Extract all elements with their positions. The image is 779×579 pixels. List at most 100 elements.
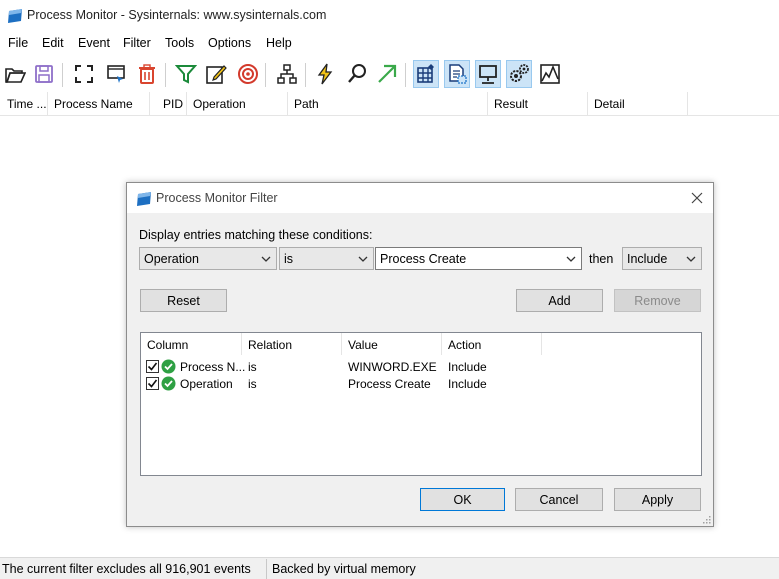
show-registry-activity-button[interactable] — [413, 60, 439, 88]
rules-value-header[interactable]: Value — [342, 333, 442, 355]
column-select[interactable]: Operation — [139, 247, 277, 270]
rule-enabled-checkbox[interactable] — [146, 377, 159, 390]
chevron-down-icon — [261, 256, 271, 262]
process-monitor-app-icon — [8, 9, 22, 23]
rule-action: Include — [448, 360, 487, 374]
apply-button[interactable]: Apply — [614, 488, 701, 511]
event-properties-button[interactable] — [312, 60, 338, 88]
value-combo-input[interactable]: Process Create — [375, 247, 582, 270]
toolbar-separator — [165, 63, 166, 87]
toolbar-separator — [265, 63, 266, 87]
memory-status-text: Backed by virtual memory — [272, 562, 416, 576]
rule-enabled-checkbox[interactable] — [146, 360, 159, 373]
jump-to-button[interactable] — [374, 60, 400, 88]
chevron-down-icon — [358, 256, 368, 262]
open-icon — [5, 68, 26, 83]
capture-icon — [107, 65, 125, 83]
rules-column-header[interactable]: Column — [141, 333, 242, 355]
rules-action-header[interactable]: Action — [442, 333, 542, 355]
rules-list-header: Column Relation Value Action — [141, 333, 701, 355]
save-button[interactable] — [31, 60, 57, 88]
process-monitor-app-icon — [137, 192, 151, 206]
checkmark-icon — [147, 362, 158, 371]
process-tree-icon — [277, 64, 297, 84]
column-process-name[interactable]: Process Name — [48, 92, 150, 116]
autoscroll-button[interactable] — [71, 60, 97, 88]
column-operation[interactable]: Operation — [187, 92, 288, 116]
rule-row[interactable]: Process N... is WINWORD.EXE Include — [141, 358, 701, 375]
cancel-button[interactable]: Cancel — [515, 488, 603, 511]
registry-activity-icon — [417, 64, 434, 83]
show-profiling-events-button[interactable] — [537, 60, 563, 88]
filter-button[interactable] — [173, 60, 199, 88]
target-icon — [238, 64, 258, 84]
rule-relation: is — [248, 360, 257, 374]
highlight-icon — [206, 65, 227, 84]
resize-grip-icon[interactable] — [701, 514, 711, 524]
show-network-activity-button[interactable] — [475, 60, 501, 88]
column-pid[interactable]: PID — [150, 92, 187, 116]
jump-icon — [378, 64, 397, 83]
filter-prompt-label: Display entries matching these condition… — [139, 228, 373, 242]
show-process-activity-button[interactable] — [506, 60, 532, 88]
chevron-down-icon — [686, 256, 696, 262]
process-monitor-window: Process Monitor - Sysinternals: www.sysi… — [0, 0, 779, 579]
file-activity-icon — [449, 64, 467, 84]
filter-rules-list[interactable]: Column Relation Value Action Process N..… — [140, 332, 702, 476]
column-detail[interactable]: Detail — [588, 92, 688, 116]
menu-edit[interactable]: Edit — [42, 36, 64, 50]
ok-button[interactable]: OK — [420, 488, 505, 511]
menu-filter[interactable]: Filter — [123, 36, 151, 50]
menu-file[interactable]: File — [8, 36, 28, 50]
column-select-value: Operation — [144, 252, 199, 266]
window-title: Process Monitor - Sysinternals: www.sysi… — [27, 8, 327, 22]
process-tree-button[interactable] — [274, 60, 300, 88]
clear-button[interactable] — [134, 60, 160, 88]
toolbar-separator — [305, 63, 306, 87]
highlight-button[interactable] — [203, 60, 229, 88]
menu-options[interactable]: Options — [208, 36, 251, 50]
find-button[interactable] — [344, 60, 370, 88]
rule-column: Operation — [180, 377, 233, 391]
target-button[interactable] — [235, 60, 261, 88]
filter-dialog: Process Monitor Filter Display entries m… — [126, 182, 714, 527]
add-button[interactable]: Add — [516, 289, 603, 312]
toolbar-separator — [62, 63, 63, 87]
status-divider — [266, 559, 267, 579]
menu-event[interactable]: Event — [78, 36, 110, 50]
network-activity-icon — [479, 65, 497, 84]
dialog-title: Process Monitor Filter — [156, 191, 278, 205]
capture-button[interactable] — [103, 60, 129, 88]
rule-action: Include — [448, 377, 487, 391]
dialog-close-button[interactable] — [685, 188, 709, 208]
rules-relation-header[interactable]: Relation — [242, 333, 342, 355]
remove-button[interactable]: Remove — [614, 289, 701, 312]
title-bar: Process Monitor - Sysinternals: www.sysi… — [0, 0, 779, 32]
show-file-activity-button[interactable] — [444, 60, 470, 88]
rule-relation: is — [248, 377, 257, 391]
filter-icon — [175, 65, 197, 84]
rule-value: WINWORD.EXE — [348, 360, 437, 374]
save-icon — [35, 65, 53, 83]
column-result[interactable]: Result — [488, 92, 588, 116]
event-properties-icon — [317, 63, 333, 85]
autoscroll-icon — [75, 65, 93, 83]
value-input-text: Process Create — [380, 252, 467, 266]
profiling-icon — [540, 64, 560, 84]
relation-select[interactable]: is — [279, 247, 374, 270]
checkmark-icon — [147, 379, 158, 388]
rule-column: Process N... — [180, 360, 246, 374]
find-icon — [348, 64, 366, 83]
menu-help[interactable]: Help — [266, 36, 292, 50]
open-button[interactable] — [2, 60, 28, 88]
event-list-header: Time ... Process Name PID Operation Path… — [0, 92, 779, 116]
filter-status-text: The current filter excludes all 916,901 … — [2, 562, 251, 576]
rule-row[interactable]: Operation is Process Create Include — [141, 375, 701, 392]
rule-value: Process Create — [348, 377, 431, 391]
column-time[interactable]: Time ... — [0, 92, 48, 116]
action-select[interactable]: Include — [622, 247, 702, 270]
clear-icon — [139, 64, 155, 84]
menu-tools[interactable]: Tools — [165, 36, 194, 50]
column-path[interactable]: Path — [288, 92, 488, 116]
reset-button[interactable]: Reset — [140, 289, 227, 312]
